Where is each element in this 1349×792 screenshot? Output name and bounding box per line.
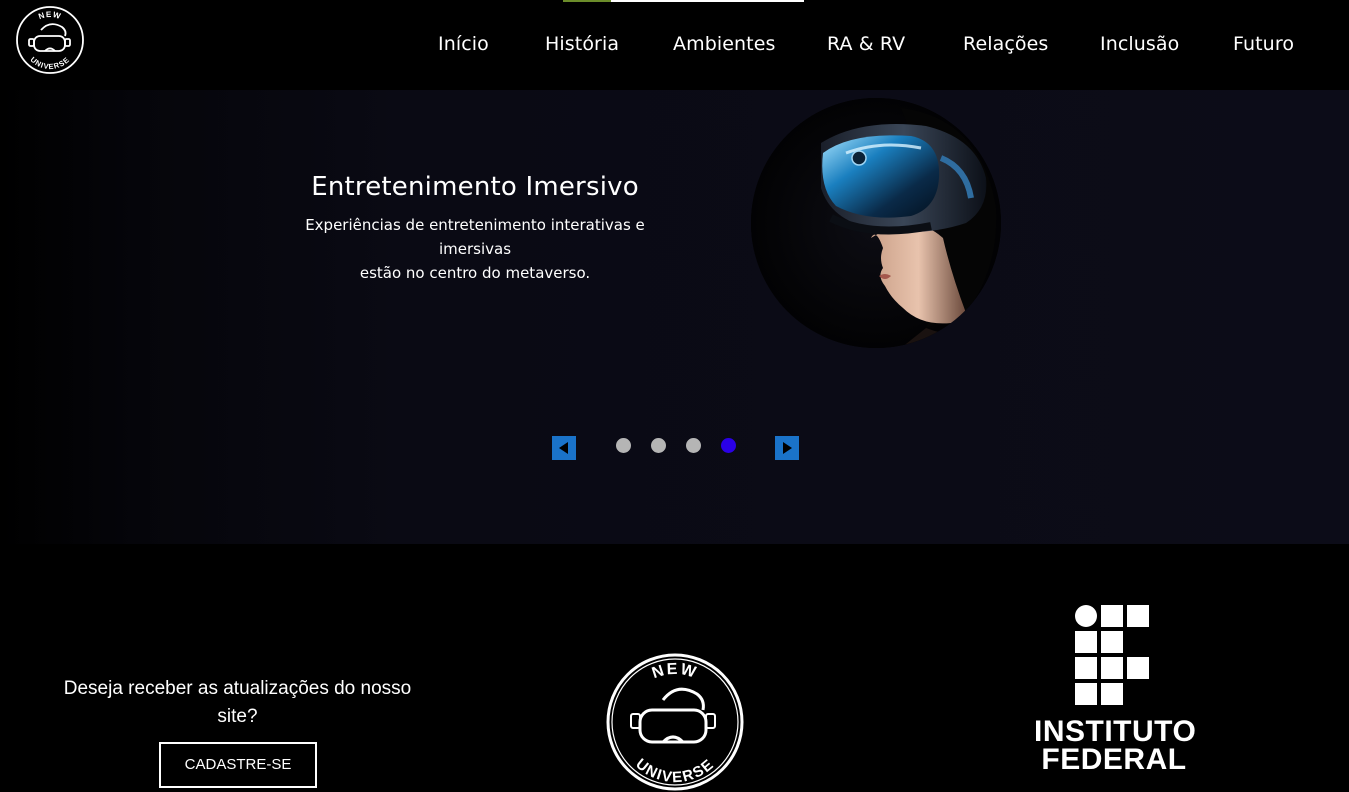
nav-item-historia[interactable]: História: [545, 33, 619, 55]
institute-line-2: FEDERAL: [1041, 743, 1187, 776]
carousel-next-button[interactable]: [775, 436, 799, 460]
slide-description-line-1: Experiências de entretenimento interativ…: [305, 216, 645, 258]
main-nav: Início História Ambientes RA & RV Relaçõ…: [0, 33, 1349, 59]
nav-item-futuro[interactable]: Futuro: [1233, 33, 1294, 55]
footer-vr-headset-icon: [630, 687, 716, 744]
nav-item-inclusao[interactable]: Inclusão: [1100, 33, 1179, 55]
signup-button[interactable]: CADASTRE-SE: [159, 742, 317, 788]
nav-item-ra-rv[interactable]: RA & RV: [827, 33, 905, 55]
nav-item-inicio[interactable]: Início: [438, 33, 489, 55]
nav-item-relacoes[interactable]: Relações: [963, 33, 1048, 55]
slide-description: Experiências de entretenimento interativ…: [270, 213, 680, 285]
slide-title: Entretenimento Imersivo: [311, 172, 639, 202]
woman-vr-headset-image: [751, 98, 1001, 348]
footer-new-universe-logo[interactable]: NEW UNIVERSE: [605, 652, 745, 792]
if-grid-icon: [1075, 605, 1149, 705]
instituto-federal-logo[interactable]: INSTITUTO FEDERAL: [1034, 604, 1196, 784]
logo-top-text: NEW: [37, 10, 61, 21]
hero-carousel: Entretenimento Imersivo Experiências de …: [0, 90, 1349, 544]
slide-description-line-2: estão no centro do metaverso.: [359, 264, 591, 282]
svg-text:NEW: NEW: [37, 10, 62, 21]
nav-item-ambientes[interactable]: Ambientes: [673, 33, 776, 55]
triangle-right-icon: [783, 442, 792, 454]
newsletter-prompt: Deseja receber as atualizações do nosso …: [63, 678, 412, 727]
svg-text:NEW: NEW: [650, 661, 700, 682]
triangle-left-icon: [559, 442, 568, 454]
carousel-dot-4-active[interactable]: [721, 438, 736, 453]
site-footer: Deseja receber as atualizações do nosso …: [0, 544, 1349, 791]
carousel-prev-button[interactable]: [552, 436, 576, 460]
slide-image: [751, 98, 1001, 348]
site-header: NEW UNIVERSE Início História Ambientes R…: [0, 0, 1349, 90]
top-progress-strip: [563, 0, 804, 2]
carousel-dot-3[interactable]: [686, 438, 701, 453]
carousel-dot-1[interactable]: [616, 438, 631, 453]
carousel-dot-2[interactable]: [651, 438, 666, 453]
footer-logo-top-text: NEW: [650, 661, 698, 682]
